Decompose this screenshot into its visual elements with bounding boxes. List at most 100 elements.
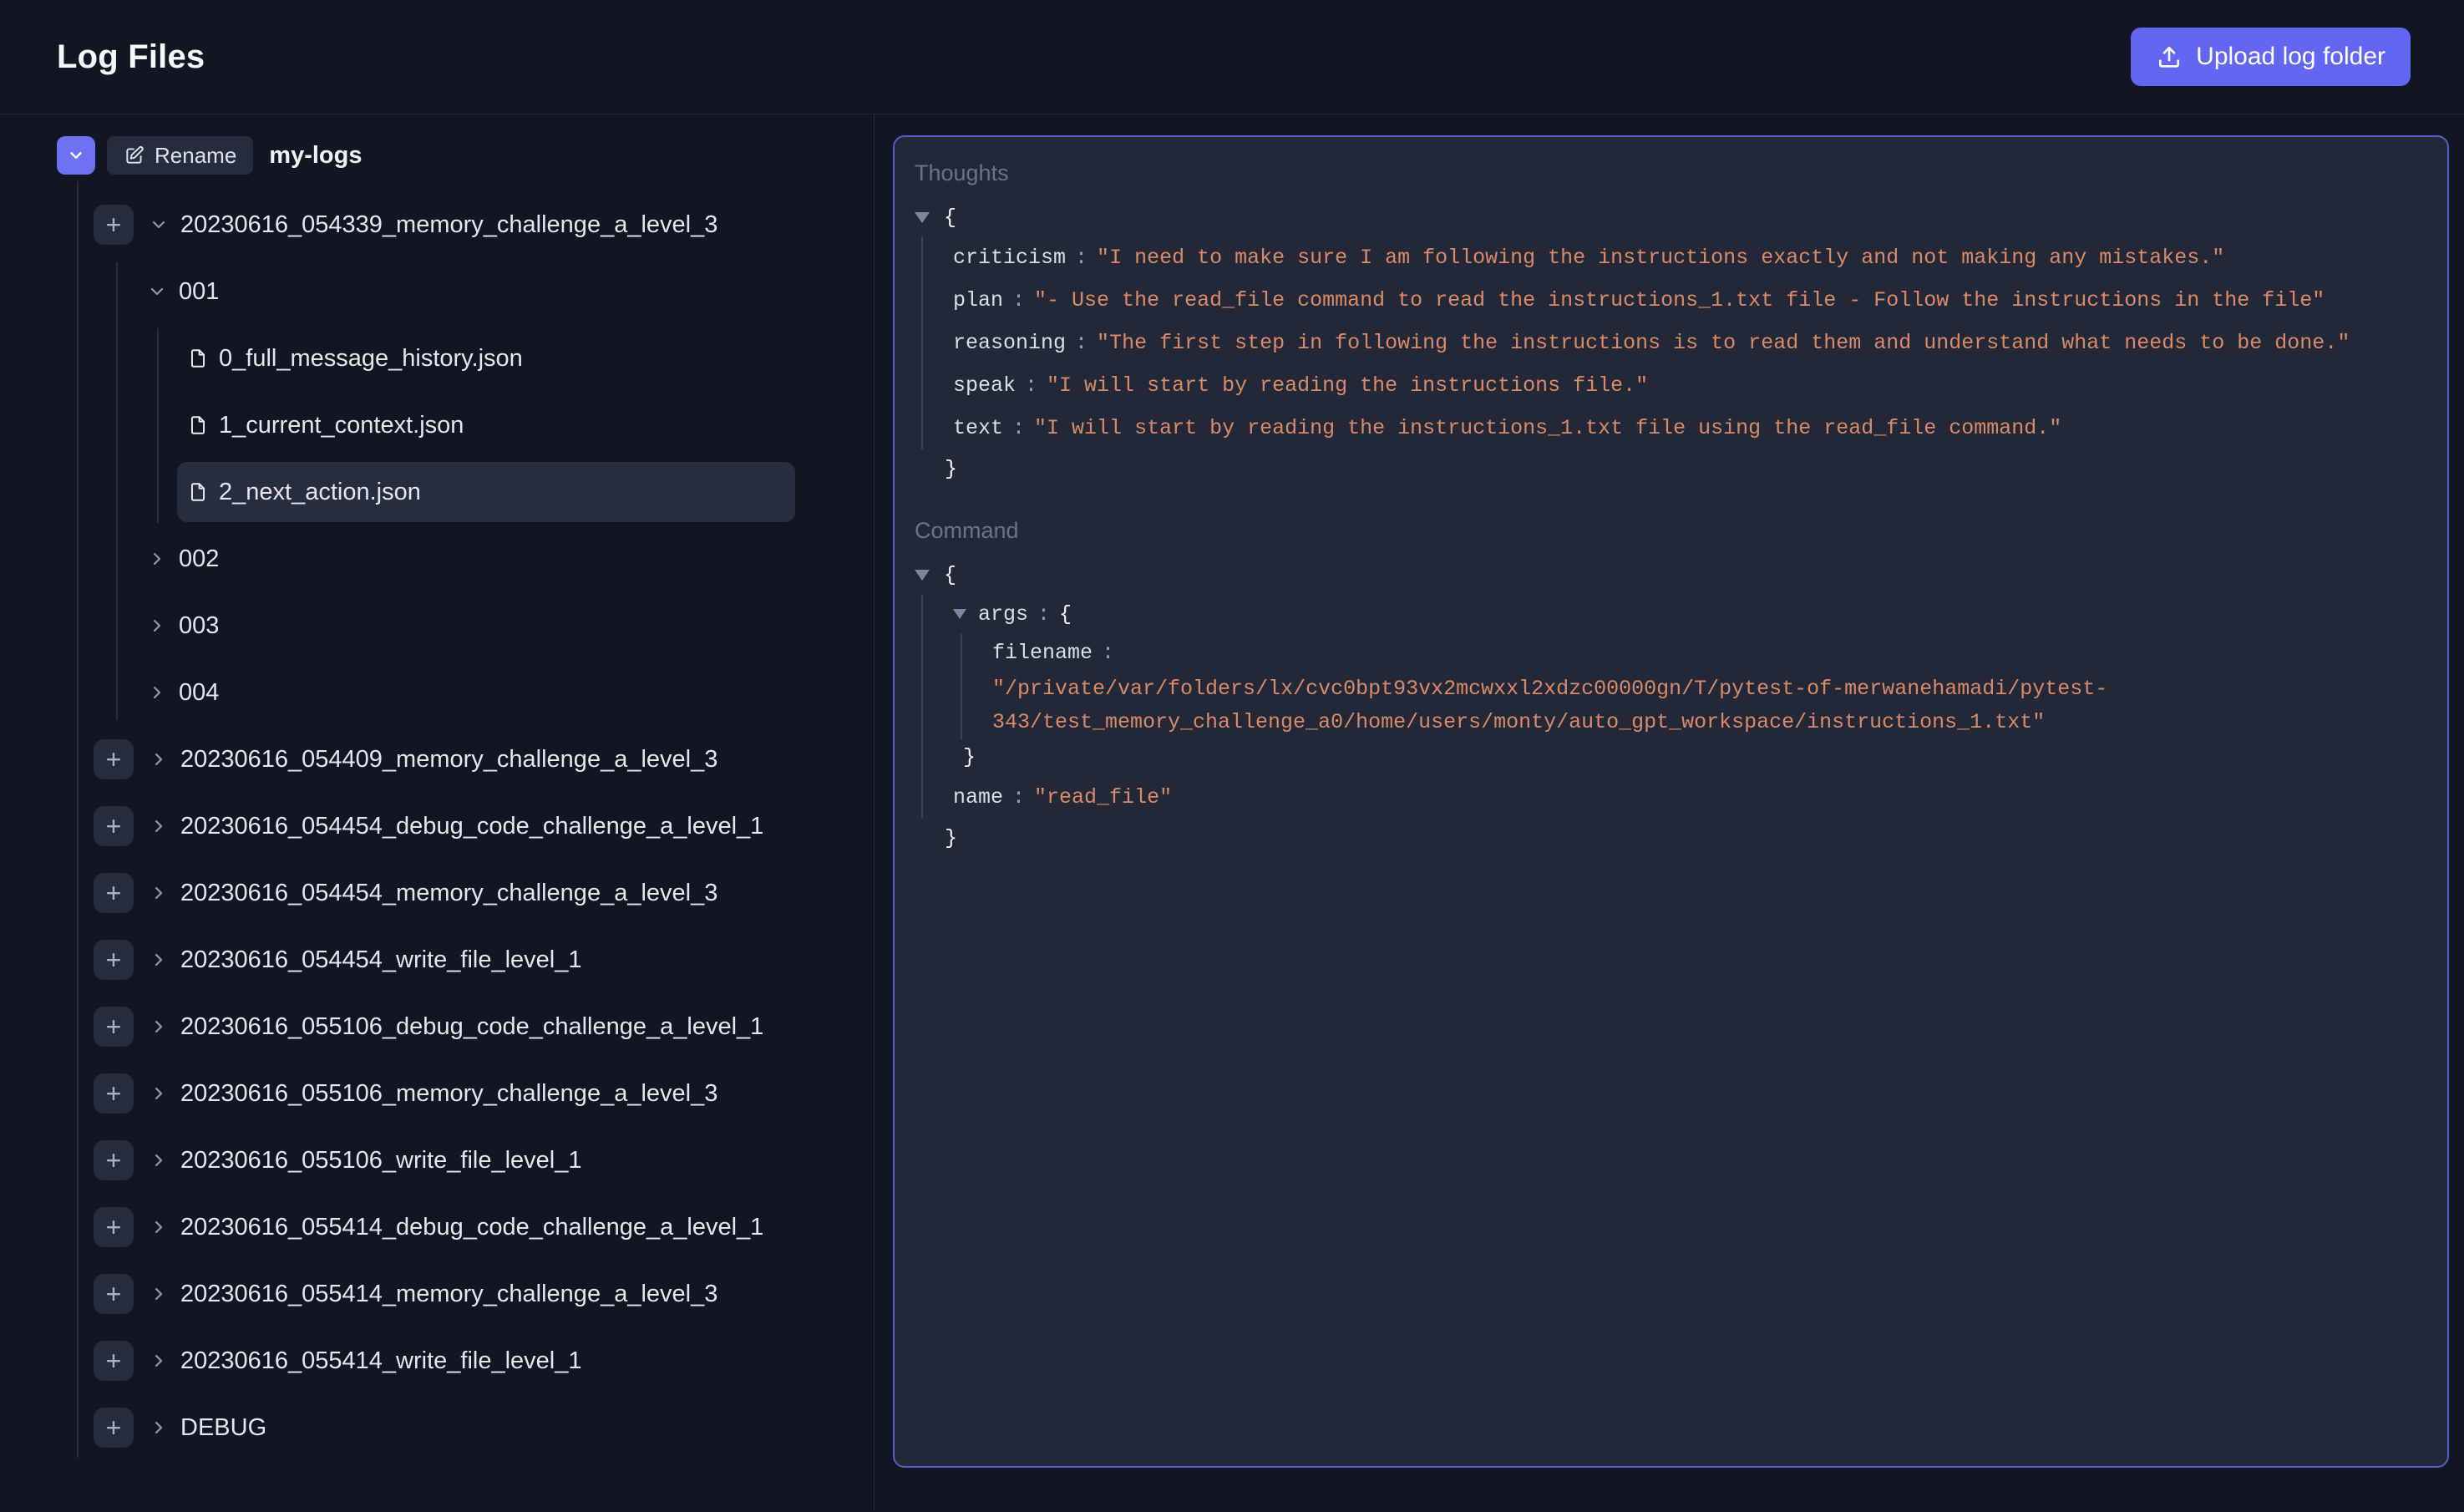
chevron-right-icon (149, 1083, 169, 1104)
file-tree-sidebar: Rename my-logs + 20230616_054339_memory_… (0, 114, 875, 1511)
chevron-down-icon (147, 282, 167, 302)
json-children: criticism:I need to make sure I am follo… (921, 236, 2427, 449)
rename-button[interactable]: Rename (107, 136, 253, 175)
json-colon: : (1075, 331, 1088, 355)
tree-folder-debug[interactable]: + DEBUG (0, 1398, 874, 1458)
tree-run-004[interactable]: 004 (0, 662, 874, 723)
file-icon (187, 348, 209, 369)
add-button[interactable]: + (94, 1073, 134, 1114)
root-controls: Rename my-logs (57, 136, 874, 175)
content: Rename my-logs + 20230616_054339_memory_… (0, 114, 2464, 1511)
tree-folder[interactable]: + 20230616_055106_debug_code_challenge_a… (0, 997, 874, 1057)
json-colon: : (1025, 373, 1037, 398)
chevron-right-icon (149, 816, 169, 836)
run-label: 004 (179, 679, 219, 707)
tree-folder[interactable]: + 20230616_054454_debug_code_challenge_a… (0, 796, 874, 856)
folder-label: 20230616_054339_memory_challenge_a_level… (180, 211, 717, 239)
collapse-triangle-icon[interactable] (915, 570, 930, 581)
add-button[interactable]: + (94, 1408, 134, 1448)
add-button[interactable]: + (94, 739, 134, 779)
chevron-down-icon (67, 146, 85, 165)
tree-folder[interactable]: + 20230616_055414_write_file_level_1 (0, 1331, 874, 1391)
add-button[interactable]: + (94, 1274, 134, 1314)
tree-file-current-context[interactable]: 1_current_context.json (177, 395, 795, 455)
tree-run-001[interactable]: 001 (0, 261, 874, 322)
tree-folder[interactable]: + 20230616_054454_memory_challenge_a_lev… (0, 863, 874, 923)
folder-label: 20230616_055414_debug_code_challenge_a_l… (180, 1214, 763, 1241)
json-key: reasoning (953, 331, 1066, 355)
add-button[interactable]: + (94, 806, 134, 846)
run-label: 001 (179, 278, 219, 306)
tree-file-next-action-selected[interactable]: 2_next_action.json (177, 462, 795, 522)
chevron-right-icon (149, 950, 169, 970)
json-value-filename: /private/var/folders/lx/cvc0bpt93vx2mcwx… (992, 672, 2114, 739)
tree-run-003[interactable]: 003 (0, 596, 874, 656)
run-label: 002 (179, 545, 219, 573)
thoughts-label: Thoughts (915, 160, 2427, 186)
add-button[interactable]: + (94, 1341, 134, 1381)
folder-label: 20230616_055414_write_file_level_1 (180, 1347, 582, 1375)
tree-file-full-message-history[interactable]: 0_full_message_history.json (177, 328, 795, 388)
tree-folder[interactable]: + 20230616_054454_write_file_level_1 (0, 930, 874, 990)
json-value: I will start by reading the instructions… (1034, 416, 2061, 440)
upload-log-folder-button[interactable]: Upload log folder (2131, 28, 2411, 86)
add-button[interactable]: + (94, 1140, 134, 1180)
add-button[interactable]: + (94, 1007, 134, 1047)
upload-icon (2156, 43, 2183, 70)
folder-label: 20230616_055106_memory_challenge_a_level… (180, 1080, 717, 1108)
add-button[interactable]: + (94, 205, 134, 245)
args-close-brace: } (953, 739, 2427, 776)
json-colon: : (1102, 641, 1114, 665)
add-button[interactable]: + (94, 873, 134, 913)
json-colon: : (1012, 785, 1025, 809)
json-entry-speak: speak:I will start by reading the instru… (953, 364, 2427, 407)
folder-label: 20230616_055414_memory_challenge_a_level… (180, 1281, 717, 1308)
json-value: - Use the read_file command to read the … (1034, 288, 2325, 312)
json-colon: : (1012, 416, 1025, 440)
collapse-all-button[interactable] (57, 136, 95, 175)
tree-folder[interactable]: + 20230616_055106_memory_challenge_a_lev… (0, 1063, 874, 1124)
json-key: criticism (953, 246, 1066, 270)
chevron-right-icon (149, 1351, 169, 1371)
close-brace: } (945, 826, 957, 850)
add-button[interactable]: + (94, 940, 134, 980)
json-entry-filename: filename: (992, 634, 2427, 672)
tree-folder[interactable]: + 20230616_055106_write_file_level_1 (0, 1130, 874, 1190)
json-root-open: { (915, 556, 2427, 594)
tree-run-002[interactable]: 002 (0, 529, 874, 589)
folder-label: DEBUG (180, 1414, 266, 1442)
add-button[interactable]: + (94, 1207, 134, 1247)
json-root-close: } (915, 449, 2427, 488)
file-label: 1_current_context.json (219, 412, 464, 439)
json-colon: : (1075, 246, 1088, 270)
tree-folder-expanded[interactable]: + 20230616_054339_memory_challenge_a_lev… (0, 195, 874, 255)
json-value: The first step in following the instruct… (1097, 331, 2350, 355)
close-brace: } (945, 457, 957, 481)
file-icon (187, 481, 209, 503)
json-entry-plan: plan: - Use the read_file command to read… (953, 279, 2427, 322)
tree-folder[interactable]: + 20230616_054409_memory_challenge_a_lev… (0, 729, 874, 789)
folder-label: 20230616_054454_write_file_level_1 (180, 946, 582, 974)
json-colon: : (1012, 288, 1025, 312)
run-label: 003 (179, 612, 219, 640)
json-children: args:{ filename: /private/var/folders/lx… (921, 594, 2427, 819)
chevron-right-icon (147, 682, 167, 703)
chevron-down-icon (149, 215, 169, 235)
json-entry-criticism: criticism:I need to make sure I am follo… (953, 236, 2427, 279)
folder-label: 20230616_055106_write_file_level_1 (180, 1147, 582, 1175)
folder-label: 20230616_055106_debug_code_challenge_a_l… (180, 1013, 763, 1041)
file-icon (187, 414, 209, 436)
collapse-triangle-icon[interactable] (915, 212, 930, 223)
log-viewer-panel: Thoughts { criticism:I need to make sure… (893, 135, 2449, 1468)
folder-label: 20230616_054454_memory_challenge_a_level… (180, 880, 717, 907)
tree-folder[interactable]: + 20230616_055414_memory_challenge_a_lev… (0, 1264, 874, 1324)
chevron-right-icon (149, 1017, 169, 1037)
collapse-triangle-icon[interactable] (953, 609, 966, 619)
json-key: filename (992, 641, 1093, 665)
tree-folder[interactable]: + 20230616_055414_debug_code_challenge_a… (0, 1197, 874, 1257)
header: Log Files Upload log folder (0, 0, 2464, 114)
chevron-right-icon (149, 1418, 169, 1438)
edit-pencil-icon (124, 145, 145, 166)
json-key: plan (953, 288, 1003, 312)
json-key: name (953, 785, 1003, 809)
